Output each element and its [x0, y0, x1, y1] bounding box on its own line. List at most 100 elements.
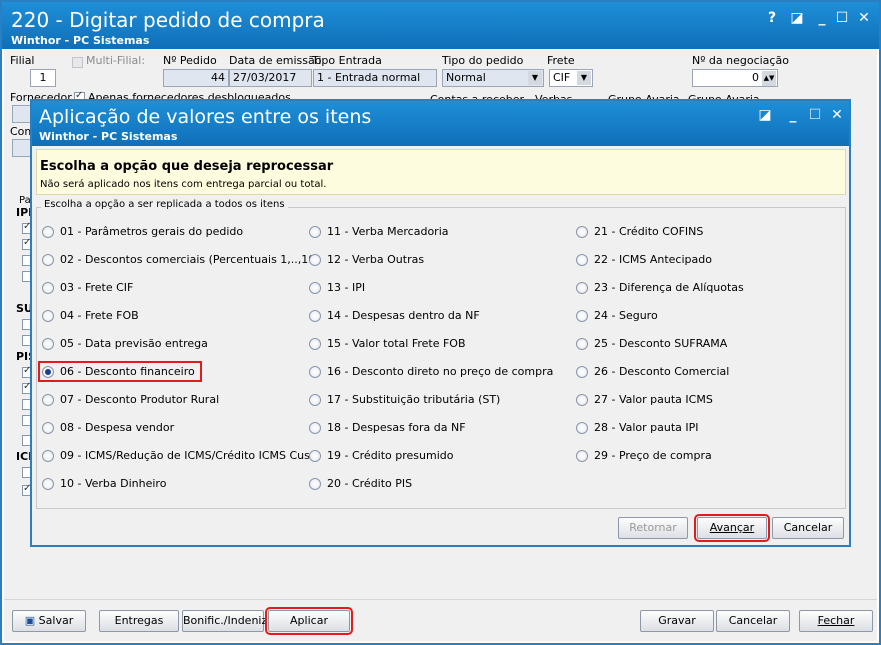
option-radio-item[interactable]: 16 - Desconto direto no preço de compra	[309, 365, 553, 378]
tipo-entrada-label: Tipo Entrada	[312, 54, 382, 67]
option-radio-item[interactable]: 01 - Parâmetros gerais do pedido	[42, 225, 243, 238]
dialog-heading: Escolha a opção que deseja reprocessar	[40, 159, 334, 174]
option-label: 25 - Desconto SUFRAMA	[594, 337, 728, 350]
close-icon[interactable]: ✕	[828, 107, 846, 123]
radio-button[interactable]	[42, 478, 54, 490]
radio-button[interactable]	[309, 338, 321, 350]
multi-filial-checkbox[interactable]	[72, 57, 83, 68]
radio-button[interactable]	[42, 282, 54, 294]
dialog-title: Aplicação de valores entre os itens	[39, 106, 372, 128]
salvar-button[interactable]: ▣ Salvar	[12, 610, 86, 632]
radio-button[interactable]	[42, 310, 54, 322]
option-radio-item[interactable]: 06 - Desconto financeiro	[38, 361, 202, 382]
dialog-cancelar-button[interactable]: Cancelar	[772, 517, 844, 539]
radio-button[interactable]	[42, 226, 54, 238]
radio-button[interactable]	[576, 422, 588, 434]
option-radio-item[interactable]: 22 - ICMS Antecipado	[576, 253, 712, 266]
num-pedido-field: 44	[163, 69, 229, 87]
minimize-icon[interactable]: _	[784, 107, 802, 123]
option-radio-item[interactable]: 13 - IPI	[309, 281, 365, 294]
radio-button[interactable]	[42, 338, 54, 350]
option-radio-item[interactable]: 08 - Despesa vendor	[42, 421, 174, 434]
option-radio-item[interactable]: 07 - Desconto Produtor Rural	[42, 393, 219, 406]
multi-filial-label: Multi-Filial:	[86, 54, 146, 67]
entregas-button[interactable]: Entregas	[99, 610, 179, 632]
radio-button[interactable]	[576, 254, 588, 266]
radio-button[interactable]	[309, 226, 321, 238]
radio-button[interactable]	[576, 310, 588, 322]
restore-icon[interactable]: ◪	[788, 10, 806, 26]
cancelar-button[interactable]: Cancelar	[716, 610, 790, 632]
radio-button[interactable]	[309, 310, 321, 322]
maximize-icon[interactable]: ☐	[806, 107, 824, 123]
radio-button[interactable]	[576, 366, 588, 378]
option-radio-item[interactable]: 09 - ICMS/Redução de ICMS/Crédito ICMS C…	[42, 449, 321, 462]
num-negociacao-field[interactable]: 0 ▲▼	[692, 69, 778, 87]
maximize-icon[interactable]: ☐	[833, 10, 851, 26]
fechar-button[interactable]: Fechar	[799, 610, 873, 632]
radio-button[interactable]	[576, 226, 588, 238]
option-radio-item[interactable]: 19 - Crédito presumido	[309, 449, 453, 462]
option-radio-item[interactable]: 12 - Verba Outras	[309, 253, 424, 266]
radio-button[interactable]	[309, 394, 321, 406]
option-radio-item[interactable]: 21 - Crédito COFINS	[576, 225, 703, 238]
minimize-icon[interactable]: _	[813, 10, 831, 26]
radio-button[interactable]	[576, 338, 588, 350]
option-radio-item[interactable]: 25 - Desconto SUFRAMA	[576, 337, 727, 350]
options-group-label: Escolha a opção a ser replicada a todos …	[41, 199, 288, 210]
option-radio-item[interactable]: 23 - Diferença de Alíquotas	[576, 281, 744, 294]
spin-icon[interactable]: ▲▼	[762, 71, 776, 86]
option-label: 13 - IPI	[327, 281, 366, 294]
close-icon[interactable]: ✕	[855, 10, 873, 26]
option-radio-item[interactable]: 18 - Despesas fora da NF	[309, 421, 466, 434]
radio-button[interactable]	[576, 394, 588, 406]
radio-button[interactable]	[42, 366, 54, 378]
radio-button[interactable]	[309, 450, 321, 462]
radio-button[interactable]	[309, 282, 321, 294]
filial-select[interactable]: 1	[30, 69, 56, 87]
option-radio-item[interactable]: 14 - Despesas dentro da NF	[309, 309, 480, 322]
tipo-pedido-select[interactable]: Normal ▼	[442, 69, 544, 87]
radio-button[interactable]	[42, 422, 54, 434]
option-label: 20 - Crédito PIS	[327, 477, 413, 490]
option-radio-item[interactable]: 24 - Seguro	[576, 309, 658, 322]
aplicar-button[interactable]: Aplicar	[265, 607, 353, 635]
option-radio-item[interactable]: 26 - Desconto Comercial	[576, 365, 729, 378]
option-label: 27 - Valor pauta ICMS	[594, 393, 713, 406]
option-radio-item[interactable]: 11 - Verba Mercadoria	[309, 225, 449, 238]
option-radio-item[interactable]: 17 - Substituição tributária (ST)	[309, 393, 500, 406]
save-icon: ▣	[24, 614, 36, 627]
option-radio-item[interactable]: 10 - Verba Dinheiro	[42, 477, 166, 490]
restore-icon[interactable]: ◪	[756, 107, 774, 123]
option-radio-item[interactable]: 04 - Frete FOB	[42, 309, 139, 322]
option-radio-item[interactable]: 20 - Crédito PIS	[309, 477, 412, 490]
radio-button[interactable]	[309, 366, 321, 378]
option-radio-item[interactable]: 29 - Preço de compra	[576, 449, 712, 462]
bonific-button[interactable]: Bonific./Indeniz.	[182, 610, 271, 632]
option-radio-item[interactable]: 03 - Frete CIF	[42, 281, 133, 294]
radio-button[interactable]	[309, 254, 321, 266]
avancar-button[interactable]: Avançar	[694, 514, 770, 542]
dialog-note: Não será aplicado nos itens com entrega …	[40, 179, 327, 190]
option-radio-item[interactable]: 15 - Valor total Frete FOB	[309, 337, 466, 350]
radio-button[interactable]	[42, 450, 54, 462]
option-radio-item[interactable]: 27 - Valor pauta ICMS	[576, 393, 713, 406]
option-label: 06 - Desconto financeiro	[60, 365, 195, 378]
help-icon[interactable]: ?	[763, 10, 781, 26]
option-radio-item[interactable]: 02 - Descontos comerciais (Percentuais 1…	[42, 253, 320, 266]
option-label: 15 - Valor total Frete FOB	[327, 337, 466, 350]
retornar-button[interactable]: Retornar	[618, 517, 688, 539]
radio-button[interactable]	[576, 450, 588, 462]
option-label: 03 - Frete CIF	[60, 281, 134, 294]
radio-button[interactable]	[42, 394, 54, 406]
radio-button[interactable]	[42, 254, 54, 266]
option-radio-item[interactable]: 05 - Data previsão entrega	[42, 337, 208, 350]
option-radio-item[interactable]: 28 - Valor pauta IPI	[576, 421, 699, 434]
radio-button[interactable]	[309, 478, 321, 490]
radio-button[interactable]	[309, 422, 321, 434]
option-label: 29 - Preço de compra	[594, 449, 712, 462]
radio-button[interactable]	[576, 282, 588, 294]
frete-select[interactable]: CIF ▼	[549, 69, 593, 87]
gravar-button[interactable]: Gravar	[640, 610, 714, 632]
bottom-toolbar: ▣ Salvar Entregas Bonific./Indeniz. Apli…	[4, 599, 877, 641]
